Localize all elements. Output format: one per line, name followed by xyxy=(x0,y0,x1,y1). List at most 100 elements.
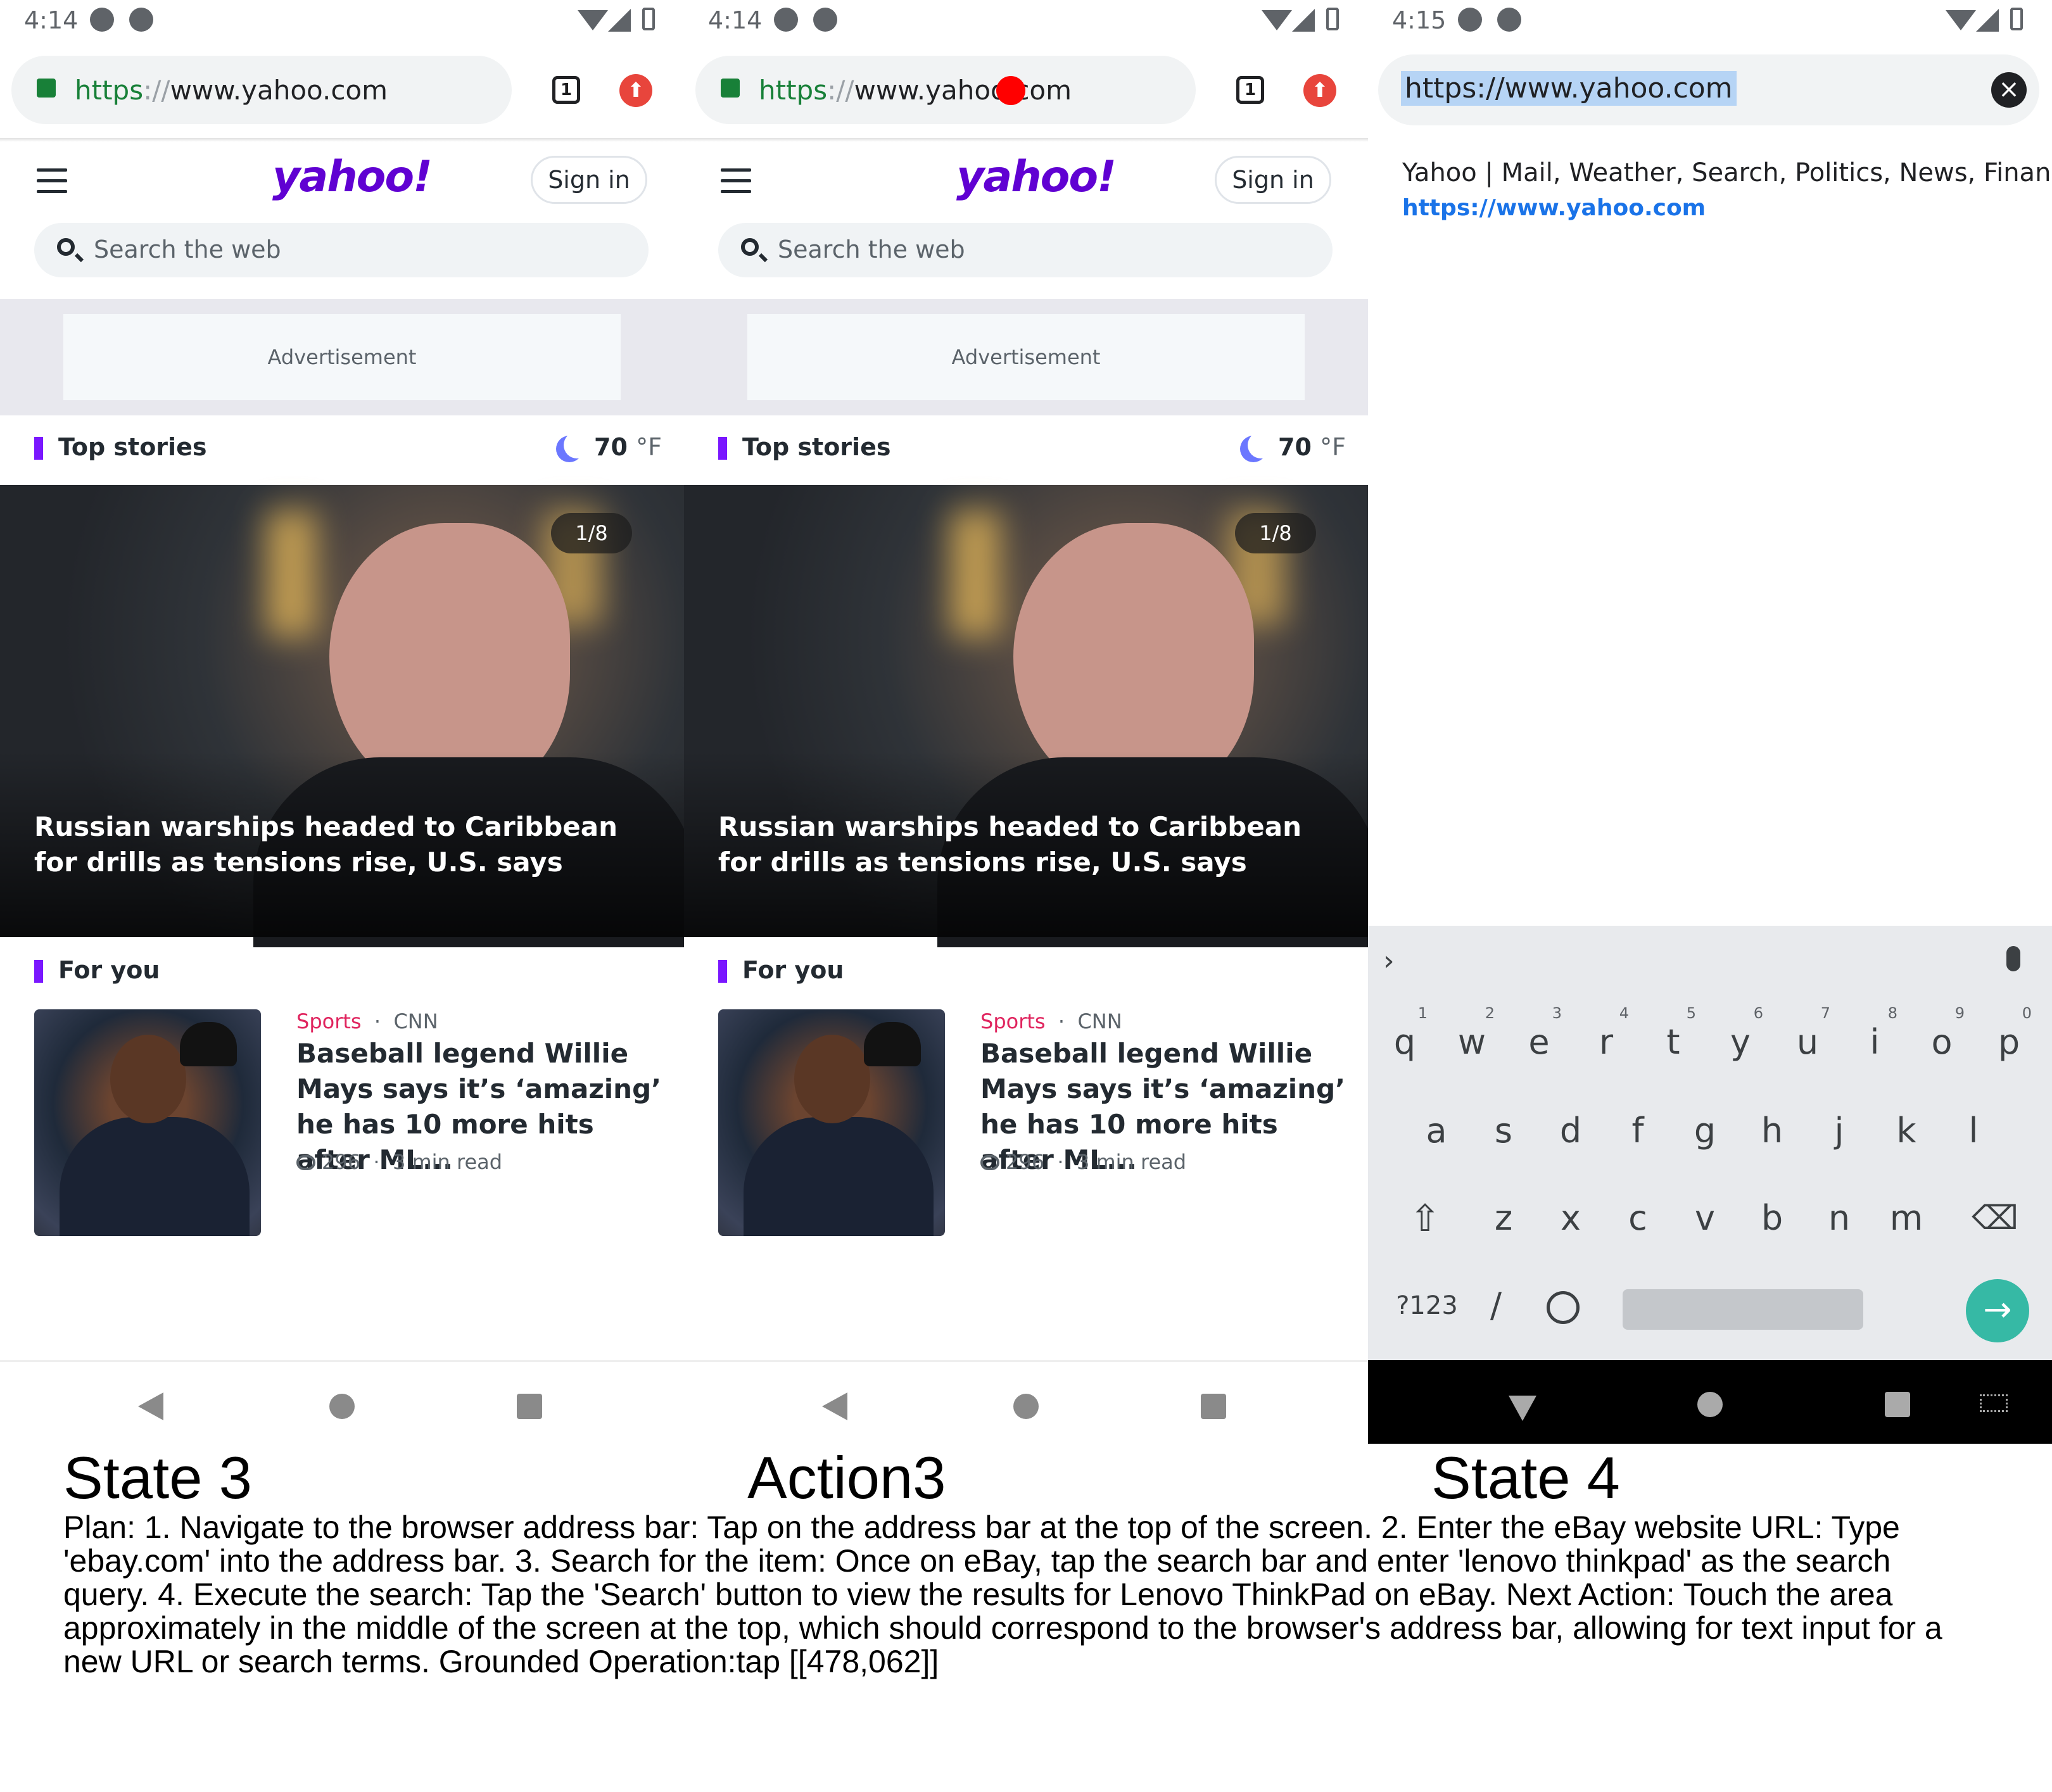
chevron-right-icon[interactable]: › xyxy=(1383,945,1395,977)
key-l[interactable]: l xyxy=(1942,1093,2005,1169)
key-t[interactable]: t5 xyxy=(1642,1004,1705,1080)
clear-icon[interactable]: × xyxy=(1991,72,2027,108)
plan-text: Plan: 1. Navigate to the browser address… xyxy=(63,1510,1942,1679)
search-input[interactable]: Search the web xyxy=(718,223,1333,277)
state3-screen: 4:14 https://www.yahoo.com 1 ⬆ yahoo! Si… xyxy=(0,0,684,1444)
extension-icon[interactable]: ⬆ xyxy=(619,74,652,107)
key-a[interactable]: a xyxy=(1405,1093,1468,1169)
key-x[interactable]: x xyxy=(1539,1180,1602,1256)
emoji-key[interactable] xyxy=(1531,1268,1595,1344)
key-p[interactable]: p0 xyxy=(1977,1004,2041,1080)
hero-story[interactable]: 1/8 Russian warships headed to Caribbean… xyxy=(0,485,684,947)
key-u[interactable]: u7 xyxy=(1776,1004,1839,1080)
android-nav-bar xyxy=(0,1360,684,1444)
search-placeholder: Search the web xyxy=(94,236,281,263)
key-c[interactable]: c xyxy=(1606,1180,1669,1256)
key-r[interactable]: r4 xyxy=(1574,1004,1638,1080)
weather-widget[interactable]: 70 °F xyxy=(1241,433,1346,461)
weather-widget[interactable]: 70 °F xyxy=(557,433,662,461)
address-bar[interactable]: https://www.yahoo.com xyxy=(695,56,1196,124)
home-icon[interactable] xyxy=(1697,1392,1723,1417)
status-bar: 4:14 xyxy=(0,0,684,42)
back-icon[interactable] xyxy=(822,1392,847,1420)
wifi-icon xyxy=(1262,10,1292,30)
recents-icon[interactable] xyxy=(517,1394,542,1419)
state4-screen: 4:15 https://www.yahoo.com × Yahoo | Mai… xyxy=(1368,0,2052,1444)
key-z[interactable]: z xyxy=(1472,1180,1535,1256)
menu-icon[interactable] xyxy=(721,168,751,194)
key-m[interactable]: m xyxy=(1875,1180,1938,1256)
key-k[interactable]: k xyxy=(1875,1093,1938,1169)
yahoo-logo[interactable]: yahoo! xyxy=(272,152,433,202)
key-n[interactable]: n xyxy=(1808,1180,1871,1256)
key-i[interactable]: i8 xyxy=(1843,1004,1906,1080)
recents-icon[interactable] xyxy=(1201,1394,1226,1419)
lock-icon xyxy=(37,79,56,98)
recents-icon[interactable] xyxy=(1885,1392,1910,1417)
search-input[interactable]: Search the web xyxy=(34,223,649,277)
sync-status-icon xyxy=(813,8,837,32)
battery-icon xyxy=(1326,8,1339,30)
android-nav-bar xyxy=(684,1360,1368,1444)
symbols-key[interactable]: ?123 xyxy=(1386,1268,1468,1344)
backspace-key[interactable]: ⌫ xyxy=(1963,1180,2027,1256)
extension-icon[interactable]: ⬆ xyxy=(1303,74,1336,107)
back-icon[interactable] xyxy=(138,1392,163,1420)
address-bar[interactable]: https://www.yahoo.com xyxy=(11,56,512,124)
cell-signal-icon xyxy=(1976,9,1999,32)
key-o[interactable]: o9 xyxy=(1910,1004,1973,1080)
story-meta: Sports · CNN xyxy=(296,1009,438,1033)
key-b[interactable]: b xyxy=(1740,1180,1804,1256)
suggestion-title[interactable]: Yahoo | Mail, Weather, Search, Politics,… xyxy=(1402,158,2052,187)
microphone-icon[interactable] xyxy=(2006,946,2020,971)
toolbar-divider xyxy=(0,138,684,142)
lock-icon xyxy=(721,79,740,98)
key-d[interactable]: d xyxy=(1539,1093,1602,1169)
story-source: CNN xyxy=(393,1009,438,1033)
sign-in-button[interactable]: Sign in xyxy=(531,156,647,204)
ad-label: Advertisement xyxy=(63,314,621,400)
home-icon[interactable] xyxy=(1013,1394,1039,1419)
cell-signal-icon xyxy=(1292,9,1315,32)
story-source: CNN xyxy=(1077,1009,1122,1033)
key-v[interactable]: v xyxy=(1673,1180,1737,1256)
ad-container: Advertisement xyxy=(684,299,1368,415)
key-q[interactable]: q1 xyxy=(1373,1004,1436,1080)
key-h[interactable]: h xyxy=(1740,1093,1804,1169)
tab-switcher-button[interactable]: 1 xyxy=(552,76,580,104)
yahoo-logo[interactable]: yahoo! xyxy=(956,152,1117,202)
hero-headline[interactable]: Russian warships headed to Caribbean for… xyxy=(34,809,661,880)
status-time: 4:15 xyxy=(1392,6,1447,34)
emoji-icon xyxy=(1547,1291,1580,1325)
key-w[interactable]: w2 xyxy=(1440,1004,1504,1080)
space-bar[interactable] xyxy=(1623,1289,1863,1330)
go-arrow-button[interactable]: → xyxy=(1966,1279,2029,1342)
story-thumbnail[interactable] xyxy=(34,1009,261,1236)
home-icon[interactable] xyxy=(329,1394,355,1419)
hero-story[interactable]: 1/8 Russian warships headed to Caribbean… xyxy=(684,485,1368,947)
menu-icon[interactable] xyxy=(37,168,67,194)
sign-in-button[interactable]: Sign in xyxy=(1215,156,1331,204)
tab-switcher-button[interactable]: 1 xyxy=(1236,76,1264,104)
action3-caption: Action3 xyxy=(747,1444,946,1511)
omnibox-selected-url[interactable]: https://www.yahoo.com xyxy=(1401,71,1737,106)
key-e[interactable]: e3 xyxy=(1507,1004,1571,1080)
story-thumbnail[interactable] xyxy=(718,1009,945,1236)
suggestion-url[interactable]: https://www.yahoo.com xyxy=(1402,195,1706,221)
ad-label: Advertisement xyxy=(747,314,1305,400)
status-time: 4:14 xyxy=(708,6,763,34)
slash-key[interactable]: / xyxy=(1464,1268,1528,1344)
key-j[interactable]: j xyxy=(1808,1093,1871,1169)
comment-icon xyxy=(980,1155,999,1170)
for-you-heading: For you xyxy=(34,956,160,984)
hide-keyboard-icon[interactable] xyxy=(1509,1396,1536,1421)
shift-key[interactable]: ⇧ xyxy=(1393,1180,1457,1256)
key-s[interactable]: s xyxy=(1472,1093,1535,1169)
keyboard-switch-icon[interactable] xyxy=(1980,1394,2008,1412)
key-g[interactable]: g xyxy=(1673,1093,1737,1169)
settings-status-icon xyxy=(1458,8,1482,32)
omnibox-input[interactable]: https://www.yahoo.com × xyxy=(1378,54,2039,125)
key-f[interactable]: f xyxy=(1606,1093,1669,1169)
hero-headline[interactable]: Russian warships headed to Caribbean for… xyxy=(718,809,1345,880)
key-y[interactable]: y6 xyxy=(1709,1004,1772,1080)
